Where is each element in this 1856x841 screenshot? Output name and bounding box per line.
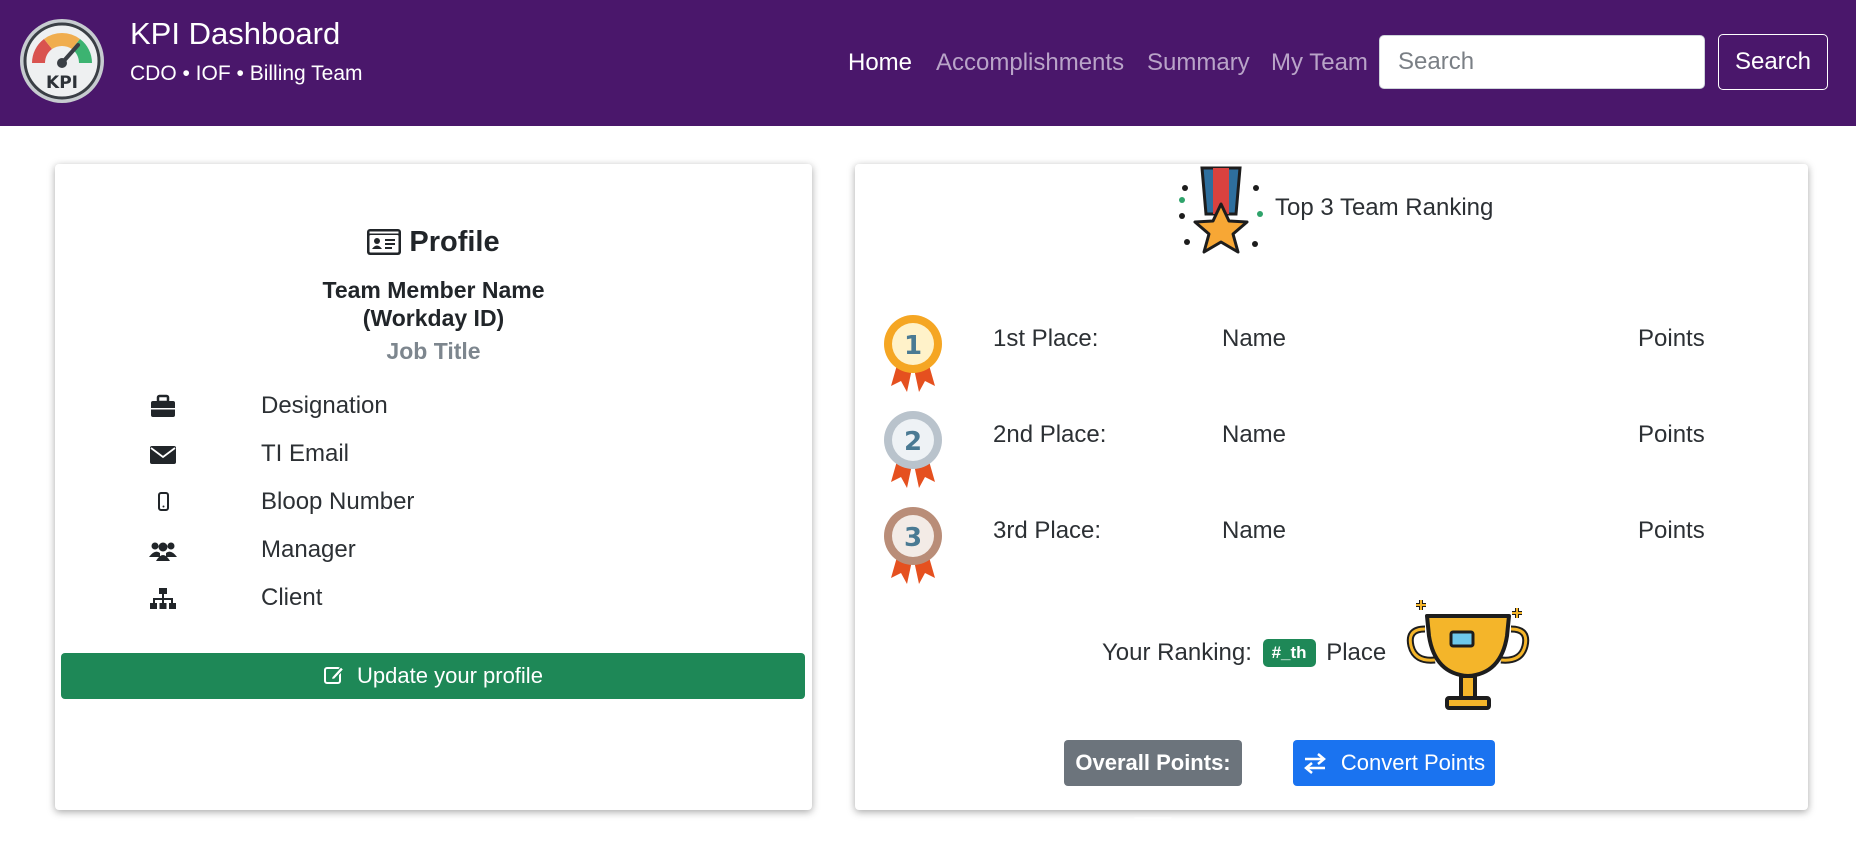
medal-number: 1 [904,331,922,361]
brand-title[interactable]: KPI Dashboard [130,16,340,52]
mobile-phone-icon [158,492,169,511]
search-input[interactable] [1379,35,1705,89]
nav-link-my-team[interactable]: My Team [1271,49,1368,77]
medal-number: 3 [904,523,922,553]
logo-text: KPI [46,73,78,93]
place-label: 1st Place: [993,325,1099,352]
place-points: Points [1638,325,1705,352]
your-ranking: Your Ranking: #_th Place [1102,639,1386,667]
place-name: Name [1222,325,1287,352]
nav-link-accomplishments[interactable]: Accomplishments [936,49,1124,77]
your-ranking-suffix: Place [1326,639,1387,666]
briefcase-icon [151,394,175,417]
detail-label: Client [261,584,323,611]
trophy-icon [1406,600,1530,710]
search-button[interactable]: Search [1718,34,1828,90]
overall-points-badge: Overall Points: ___ [1064,740,1242,821]
top-navbar: KPI KPI Dashboard CDO • IOF • Billing Te… [0,0,1856,126]
place-points: Points [1638,421,1705,448]
bronze-medal-icon: 3 [884,507,942,584]
gold-medal-icon: 1 [884,315,942,392]
envelope-icon [150,446,176,464]
workday-id-line: (Workday ID) [362,305,505,331]
edit-icon [324,666,345,684]
nav-link-summary[interactable]: Summary [1147,49,1250,77]
place-name: Name [1222,517,1287,544]
profile-card: Profile Team Member Name (Workday ID) Jo… [55,164,812,810]
update-profile-button[interactable]: Update your profile [61,653,805,699]
your-ranking-label: Your Ranking: [1102,639,1252,666]
convert-points-button[interactable]: Convert Points [1293,740,1495,786]
detail-label: Designation [261,392,388,419]
ranking-badge: #_th [1262,639,1316,667]
ranking-title: Top 3 Team Ranking [1275,194,1494,221]
silver-medal-icon: 2 [884,411,942,488]
nav-link-home[interactable]: Home [848,49,912,77]
brand-subtitle: CDO • IOF • Billing Team [130,62,363,85]
kpi-gauge-logo-icon: KPI [20,19,104,103]
profile-heading: Profile [55,226,812,259]
detail-label: Bloop Number [261,488,415,515]
place-name: Name [1222,421,1287,448]
team-ranking-card: Top 3 Team Ranking 1 1st Place: Name Poi… [855,164,1808,821]
member-name-line: Team Member Name [322,277,545,303]
place-label: 2nd Place: [993,421,1107,448]
team-member-name: Team Member Name (Workday ID) [55,276,812,332]
convert-points-label: Convert Points [1340,750,1486,775]
profile-heading-text: Profile [409,226,500,258]
sitemap-icon [150,588,176,609]
id-card-icon [367,229,402,255]
detail-label: Manager [261,536,356,563]
job-title: Job Title [386,338,481,364]
place-label: 3rd Place: [993,517,1102,544]
users-icon [149,542,177,561]
detail-label: TI Email [261,440,350,467]
exchange-arrows-icon [1303,753,1326,774]
medal-number: 2 [904,427,922,457]
ribbon-star-medal-icon [1179,166,1263,254]
update-profile-label: Update your profile [357,663,543,688]
place-points: Points [1638,517,1705,544]
